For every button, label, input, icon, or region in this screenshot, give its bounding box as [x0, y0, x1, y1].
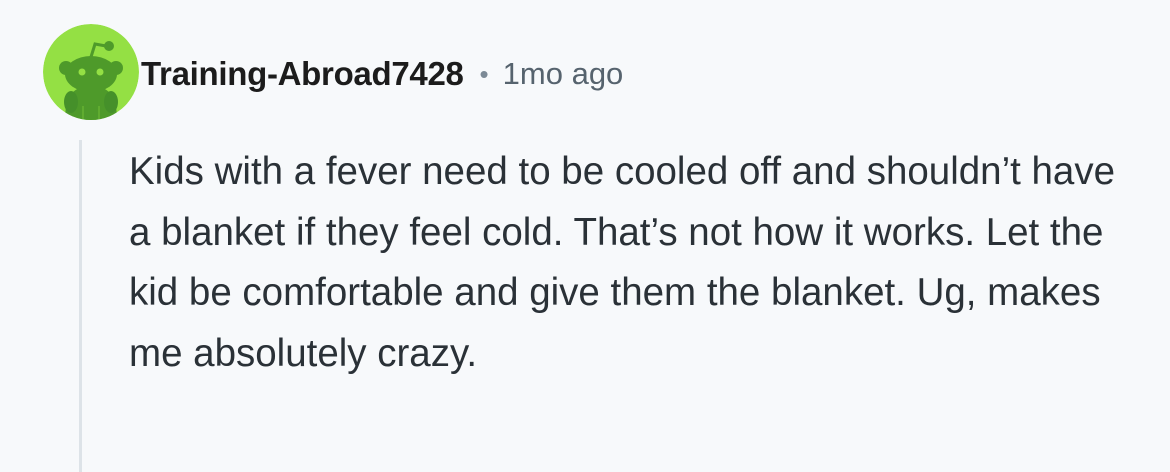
comment-body: Kids with a fever need to be cooled off …	[129, 150, 1115, 375]
comment-header: Training-Abroad7428 • 1mo ago	[141, 48, 623, 100]
username-link[interactable]: Training-Abroad7428	[141, 55, 464, 93]
comment: Training-Abroad7428 • 1mo ago Kids with …	[0, 0, 1170, 472]
comment-timestamp[interactable]: 1mo ago	[503, 56, 624, 92]
separator-dot: •	[479, 58, 489, 89]
thread-line[interactable]	[79, 140, 82, 472]
user-avatar-icon[interactable]	[43, 24, 139, 120]
